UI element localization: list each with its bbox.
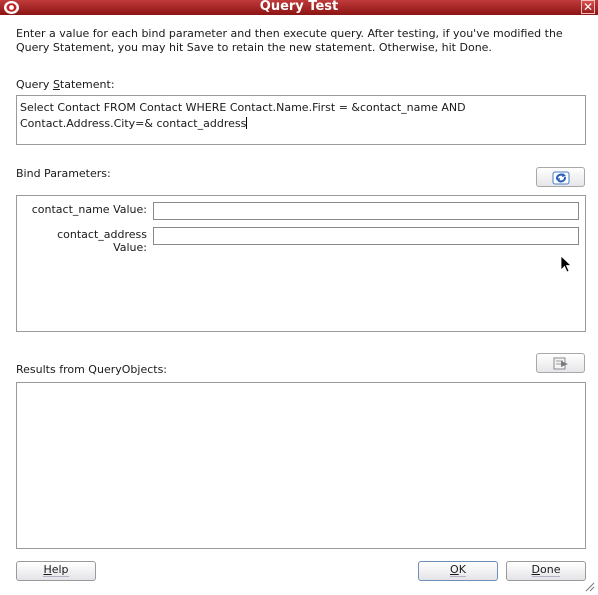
text-caret — [246, 117, 248, 129]
results-panel — [16, 382, 586, 549]
query-test-dialog: Query Test ✕ Enter a value for each bind… — [0, 0, 598, 595]
contact-name-label: contact_name Value: — [31, 203, 147, 216]
execute-query-icon — [553, 357, 568, 370]
contact-address-value-input[interactable] — [153, 227, 579, 245]
done-button[interactable]: Done — [506, 561, 586, 581]
execute-query-button[interactable] — [536, 353, 585, 373]
contact-name-value-input[interactable] — [153, 202, 579, 220]
bind-parameters-label: Bind Parameters: — [16, 167, 111, 180]
ok-button[interactable]: OK — [418, 561, 498, 581]
refresh-bind-parameters-button[interactable] — [536, 167, 585, 187]
results-label: Results from QueryObjects: — [16, 363, 168, 376]
query-statement-textarea[interactable]: Select Contact FROM Contact WHERE Contac… — [16, 95, 586, 145]
refresh-icon — [552, 171, 570, 185]
close-button[interactable]: ✕ — [581, 0, 595, 14]
dialog-title: Query Test — [259, 0, 339, 14]
resize-grip-icon[interactable] — [585, 582, 595, 592]
close-icon: ✕ — [582, 0, 594, 14]
contact-address-label: contact_address Value: — [57, 228, 147, 254]
query-statement-label: Query Statement: — [16, 78, 115, 91]
help-button[interactable]: Help — [16, 561, 96, 581]
title-bar[interactable]: Query Test ✕ — [0, 0, 598, 15]
instructions-text: Enter a value for each bind parameter an… — [16, 27, 563, 54]
mouse-pointer-icon — [560, 255, 572, 273]
